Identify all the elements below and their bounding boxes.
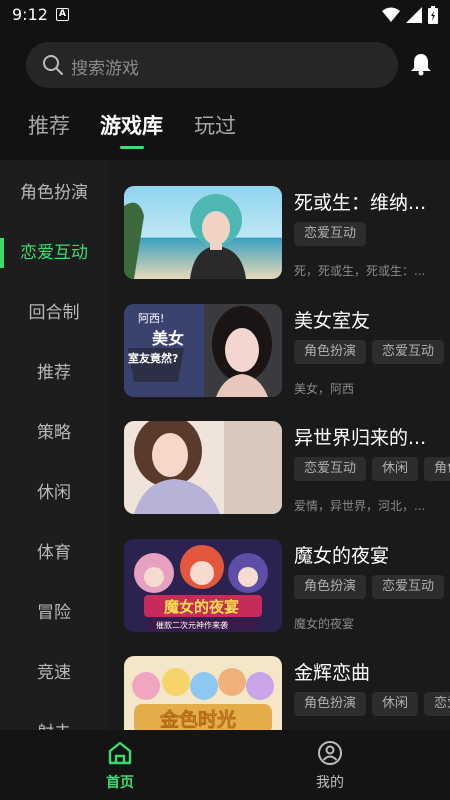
category-item-active[interactable]: 恋爱互动 [0,233,108,273]
cover-text: 催款二次元神作来袭 [156,620,228,630]
nav-mine[interactable]: 我的 [290,740,370,792]
home-icon [108,741,132,765]
cover-text: 阿西! [138,312,164,325]
user-icon [318,741,342,765]
game-tag: 休闲 [372,692,419,716]
game-tag: 恋爱互动 [372,340,445,364]
game-item[interactable]: 金色时光 金辉恋曲 角色扮演休闲恋爱互动 [124,656,450,730]
status-bar: 9:12 A [0,0,450,30]
category-item[interactable]: 射击 [0,713,108,730]
game-item[interactable]: 异世界归来的... 恋爱互动休闲角色扮演 爱情，异世界，河北，... [124,421,450,521]
game-title: 异世界归来的... [294,427,427,449]
game-tags: 角色扮演 恋爱互动 [294,575,450,599]
tab-played[interactable]: 玩过 [194,110,236,140]
game-desc: 爱情，异世界，河北，... [294,499,426,513]
game-title: 金辉恋曲 [294,662,371,684]
cover-text: 金色时光 [159,708,236,730]
tab-bar: 推荐 游戏库 玩过 [0,110,450,160]
battery-icon [428,6,438,24]
header: 搜索游戏 推荐 游戏库 玩过 [0,30,450,160]
game-tag: 角色扮演 [424,457,450,481]
game-cover: 金色时光 [124,656,282,730]
wifi-icon [382,7,400,22]
notification-icon: A [56,8,69,21]
game-item[interactable]: 死或生：维纳... 恋爱互动 死，死或生，死或生：... [124,186,450,286]
tab-indicator [120,146,144,149]
game-cover [124,186,282,279]
game-tags: 角色扮演休闲恋爱互动 [294,692,450,716]
game-tags: 角色扮演 恋爱互动 [294,340,450,364]
nav-mine-label: 我的 [316,775,344,791]
game-tag: 恋爱互动 [424,692,450,716]
bottom-nav: 首页 我的 [0,730,450,800]
search-icon [43,55,63,75]
cover-text: 魔女的夜宴 [164,598,239,616]
category-sidebar: 角色扮演 恋爱互动 回合制 推荐 策略 休闲 体育 冒险 竞速 射击 [0,160,108,730]
category-item[interactable]: 角色扮演 [0,173,108,213]
game-cover: 魔女的夜宴 催款二次元神作来袭 [124,539,282,632]
game-item[interactable]: 阿西! 美女 室友竟然? 美女室友 角色扮演 恋爱互动 美女，阿西 [124,304,450,404]
game-item[interactable]: 魔女的夜宴 催款二次元神作来袭 魔女的夜宴 角色扮演 恋爱互动 魔女的夜宴 [124,539,450,639]
game-tag: 恋爱互动 [372,575,445,599]
game-tags: 恋爱互动休闲角色扮演 [294,457,450,481]
status-icons [382,6,438,24]
game-tags: 恋爱互动 [294,222,450,246]
cover-text: 室友竟然? [128,351,178,365]
game-desc: 美女，阿西 [294,382,355,396]
signal-icon [406,7,422,23]
search-bar[interactable]: 搜索游戏 [26,42,398,88]
category-item[interactable]: 休闲 [0,473,108,513]
game-tag: 恋爱互动 [294,457,367,481]
game-desc: 魔女的夜宴 [294,617,355,631]
nav-home[interactable]: 首页 [80,740,160,792]
game-title: 魔女的夜宴 [294,545,390,567]
category-item[interactable]: 冒险 [0,593,108,633]
game-list: 死或生：维纳... 恋爱互动 死，死或生，死或生：... 阿西! 美女 室友竟然… [108,160,450,730]
search-placeholder: 搜索游戏 [71,59,139,79]
game-desc: 死，死或生，死或生：... [294,264,426,278]
bell-icon[interactable] [410,52,432,76]
game-tag: 角色扮演 [294,692,367,716]
category-item[interactable]: 体育 [0,533,108,573]
game-tag: 恋爱互动 [294,222,367,246]
game-cover: 阿西! 美女 室友竟然? [124,304,282,397]
game-title: 死或生：维纳... [294,192,427,214]
cover-text: 美女 [152,329,184,348]
category-item[interactable]: 策略 [0,413,108,453]
game-tag: 角色扮演 [294,340,367,364]
game-tag: 休闲 [372,457,419,481]
tab-game-library[interactable]: 游戏库 [100,110,163,140]
tab-recommend[interactable]: 推荐 [28,110,70,140]
category-item[interactable]: 推荐 [0,353,108,393]
game-cover [124,421,282,514]
status-time: 9:12 [12,5,48,24]
nav-home-label: 首页 [106,775,134,791]
game-title: 美女室友 [294,310,371,332]
game-tag: 角色扮演 [294,575,367,599]
category-item[interactable]: 竞速 [0,653,108,693]
category-item[interactable]: 回合制 [0,293,108,333]
